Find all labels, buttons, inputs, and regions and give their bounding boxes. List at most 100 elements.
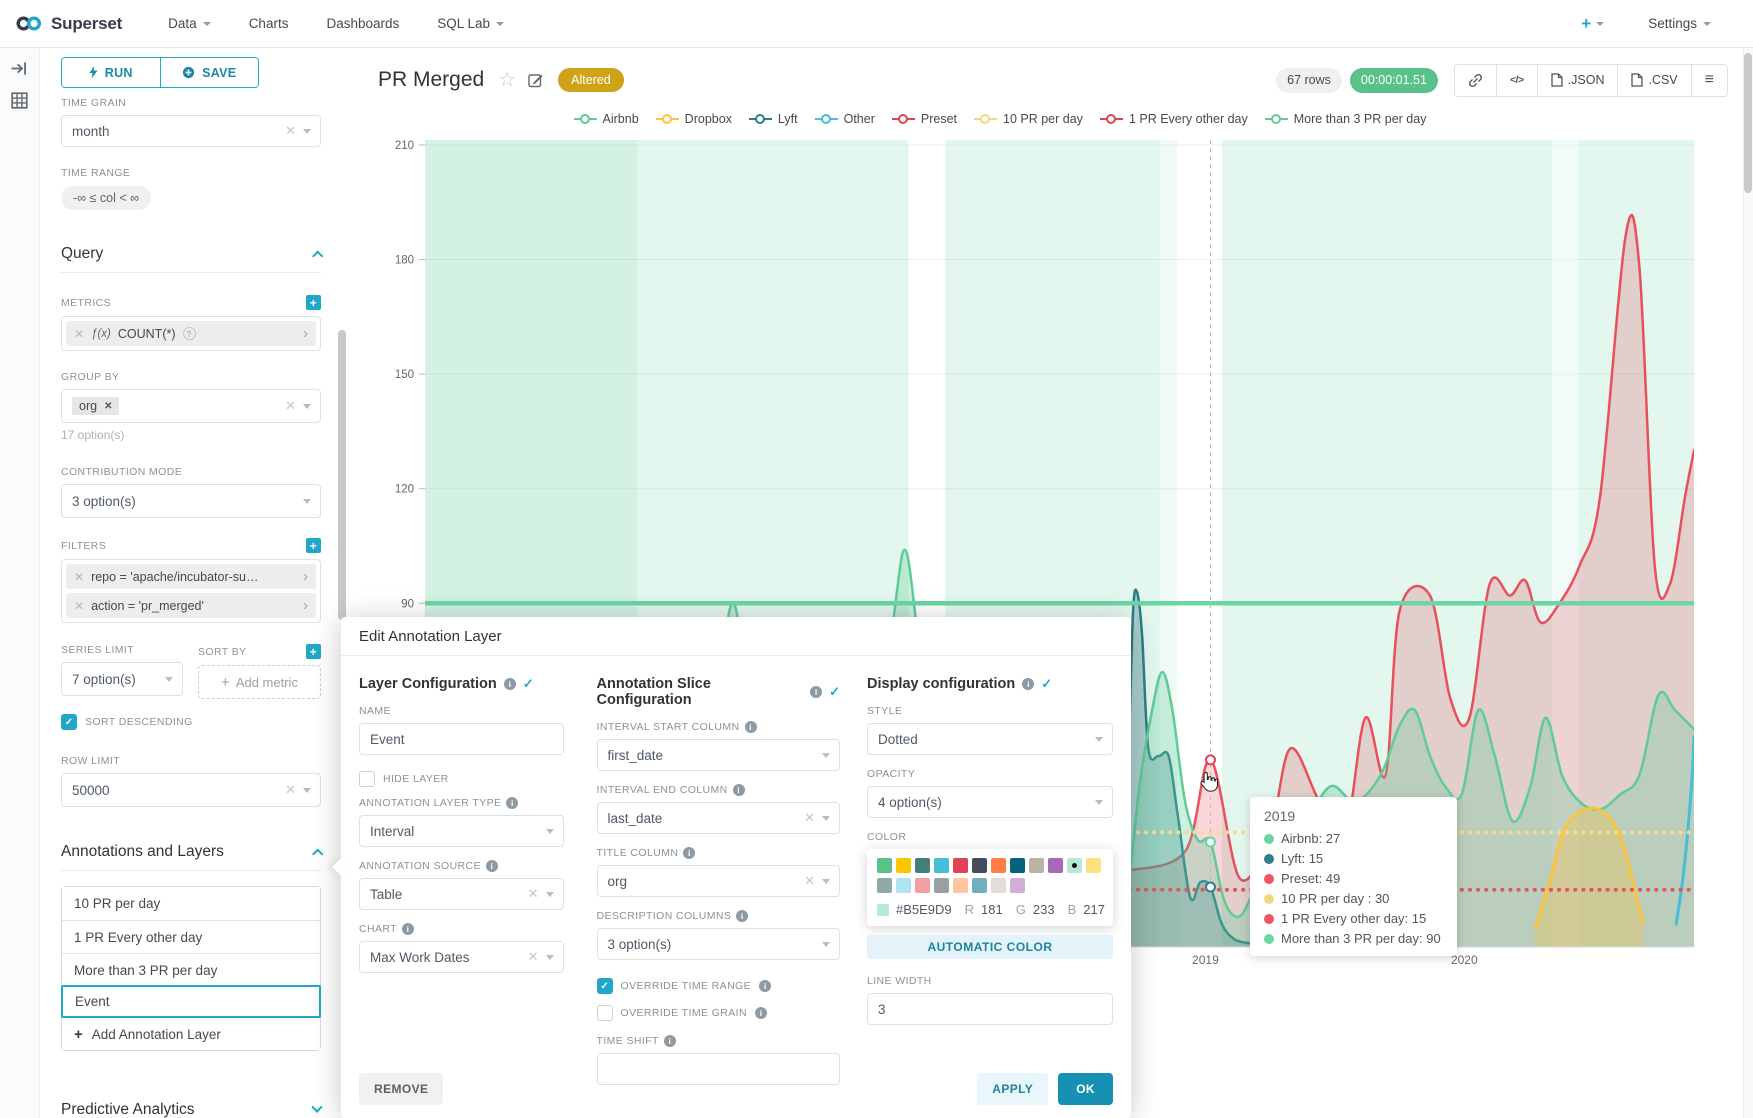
row-limit-select[interactable]: 50000 ✕ (61, 773, 321, 807)
annotation-layer-item[interactable]: 10 PR per day (62, 887, 320, 920)
export-csv-button[interactable]: .CSV (1617, 65, 1690, 96)
info-icon[interactable]: i (1022, 678, 1034, 690)
filter-chip[interactable]: ✕action = 'pr_merged'› (66, 593, 316, 618)
color-swatch[interactable] (877, 858, 892, 873)
color-swatch[interactable] (972, 878, 987, 893)
clear-icon[interactable]: ✕ (804, 810, 815, 826)
add-filter-button[interactable]: + (306, 538, 321, 553)
info-icon[interactable]: i (733, 784, 745, 796)
metric-chip[interactable]: ✕ ƒ(x) COUNT(*) ? › (66, 321, 316, 346)
info-icon[interactable]: i (486, 860, 498, 872)
chevron-right-icon[interactable]: › (303, 598, 308, 613)
info-icon[interactable]: i (683, 847, 695, 859)
clear-icon[interactable]: ✕ (285, 398, 296, 414)
annotation-layer-item[interactable]: 1 PR Every other day (62, 920, 320, 953)
color-swatch[interactable] (915, 878, 930, 893)
title-column-select[interactable]: org ✕ (597, 865, 840, 897)
hide-layer-checkbox[interactable]: HIDE LAYER (359, 771, 564, 787)
view-query-button[interactable]: </> (1496, 65, 1537, 96)
legend-item-preset[interactable]: Preset (892, 112, 957, 126)
legend-item-1-pr-every-other-day[interactable]: 1 PR Every other day (1100, 112, 1248, 126)
group-by-chip[interactable]: org✕ (72, 397, 119, 415)
override-time-range-checkbox[interactable]: ✓ OVERRIDE TIME RANGE i (597, 978, 840, 994)
color-swatch[interactable] (953, 878, 968, 893)
info-icon[interactable]: i (402, 923, 414, 935)
page-scrollbar[interactable] (1743, 48, 1753, 1118)
sort-descending-checkbox[interactable]: ✓ SORT DESCENDING (61, 714, 321, 730)
info-icon[interactable]: i (664, 1035, 676, 1047)
chevron-right-icon[interactable]: › (303, 326, 308, 341)
chart-menu-button[interactable]: ≡ (1691, 65, 1727, 96)
color-swatch[interactable] (1086, 858, 1101, 873)
sidebar-scrollbar-thumb[interactable] (338, 330, 346, 620)
remove-icon[interactable]: ✕ (104, 401, 112, 412)
interval-start-select[interactable]: first_date (597, 739, 840, 771)
automatic-color-button[interactable]: AUTOMATIC COLOR (867, 935, 1113, 959)
color-swatch[interactable] (972, 858, 987, 873)
info-icon[interactable]: i (810, 686, 822, 698)
time-range-pill[interactable]: -∞ ≤ col < ∞ (61, 186, 151, 210)
info-icon[interactable]: i (755, 1007, 767, 1019)
color-swatch[interactable] (915, 858, 930, 873)
legend-item-airbnb[interactable]: Airbnb (574, 112, 639, 126)
clear-icon[interactable]: ✕ (528, 886, 539, 902)
remove-button[interactable]: REMOVE (359, 1073, 443, 1105)
share-link-button[interactable] (1455, 65, 1496, 96)
edit-properties-icon[interactable] (528, 72, 544, 88)
clear-icon[interactable]: ✕ (528, 949, 539, 965)
clear-icon[interactable]: ✕ (804, 873, 815, 889)
color-swatch[interactable] (991, 878, 1006, 893)
time-grain-select[interactable]: month ✕ (61, 115, 321, 147)
nav-item-sql-lab[interactable]: SQL Lab (437, 16, 504, 31)
info-icon[interactable]: i (506, 797, 518, 809)
annotations-section-header[interactable]: Annotations and Layers (61, 843, 321, 861)
color-swatch[interactable] (877, 878, 892, 893)
info-icon[interactable]: i (736, 910, 748, 922)
favorite-star-icon[interactable]: ☆ (498, 70, 516, 90)
nav-item-dashboards[interactable]: Dashboards (326, 16, 399, 31)
clear-icon[interactable]: ✕ (285, 123, 296, 139)
interval-end-select[interactable]: last_date ✕ (597, 802, 840, 834)
annotation-layer-item[interactable]: More than 3 PR per day (62, 953, 320, 986)
annotation-source-select[interactable]: Table ✕ (359, 878, 564, 910)
run-button[interactable]: RUN (62, 58, 160, 87)
hex-value[interactable]: #B5E9D9 (896, 902, 952, 917)
group-by-select[interactable]: org✕ ✕ (61, 389, 321, 423)
name-input[interactable] (359, 723, 564, 755)
add-sort-metric-button[interactable]: + (306, 644, 321, 659)
annotation-layer-type-select[interactable]: Interval (359, 815, 564, 847)
chevron-right-icon[interactable]: › (303, 569, 308, 584)
filter-chip[interactable]: ✕repo = 'apache/incubator-supers...› (66, 564, 316, 589)
color-swatch[interactable] (1010, 858, 1025, 873)
style-select[interactable]: Dotted (867, 723, 1113, 755)
color-swatch[interactable] (896, 858, 911, 873)
color-swatch[interactable] (1029, 858, 1044, 873)
series-limit-select[interactable]: 7 option(s) (61, 662, 183, 696)
color-swatch[interactable] (934, 878, 949, 893)
description-columns-select[interactable]: 3 option(s) (597, 928, 840, 960)
expand-datasource-icon[interactable] (11, 61, 28, 76)
color-swatch[interactable] (991, 858, 1006, 873)
legend-item-dropbox[interactable]: Dropbox (656, 112, 732, 126)
new-menu-button[interactable]: + (1581, 14, 1604, 34)
legend-item-other[interactable]: Other (815, 112, 875, 126)
clear-icon[interactable]: ✕ (285, 782, 296, 798)
altered-badge[interactable]: Altered (558, 68, 624, 92)
add-annotation-layer-button[interactable]: +Add Annotation Layer (62, 1017, 320, 1050)
annotation-layer-item[interactable]: Event (61, 985, 321, 1018)
nav-item-charts[interactable]: Charts (249, 16, 289, 31)
ok-button[interactable]: OK (1058, 1073, 1113, 1105)
legend-item-more-than-3-pr-per-day[interactable]: More than 3 PR per day (1265, 112, 1427, 126)
export-json-button[interactable]: .JSON (1537, 65, 1618, 96)
page-scrollbar-thumb[interactable] (1744, 53, 1752, 193)
sort-by-add-metric[interactable]: +Add metric (198, 665, 321, 699)
apply-button[interactable]: APPLY (977, 1073, 1048, 1105)
contribution-mode-select[interactable]: 3 option(s) (61, 484, 321, 518)
chart-select[interactable]: Max Work Dates ✕ (359, 941, 564, 973)
color-swatch[interactable] (896, 878, 911, 893)
info-icon[interactable]: i (759, 980, 771, 992)
query-section-header[interactable]: Query (61, 245, 321, 263)
info-icon[interactable]: i (745, 721, 757, 733)
remove-icon[interactable]: ✕ (74, 327, 84, 341)
line-width-input[interactable] (867, 993, 1113, 1025)
